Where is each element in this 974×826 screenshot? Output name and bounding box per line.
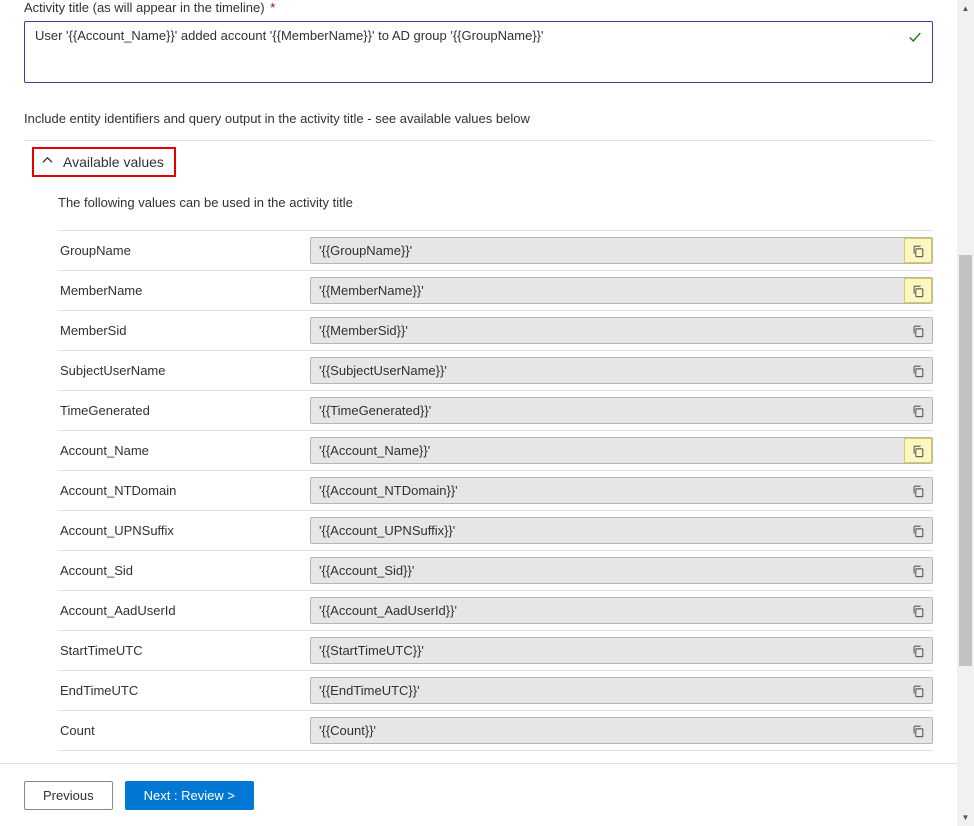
value-token-box[interactable]: '{{Account_Sid}}' [310,557,933,584]
available-values-description: The following values can be used in the … [58,195,933,210]
scroll-thumb[interactable] [959,255,972,667]
value-token-box[interactable]: '{{Account_UPNSuffix}}' [310,517,933,544]
value-row: EndTimeUTC'{{EndTimeUTC}}' [58,671,933,711]
value-token-wrap: '{{Account_UPNSuffix}}' [310,517,933,544]
next-review-button[interactable]: Next : Review > [125,781,254,810]
copy-icon[interactable] [904,478,932,503]
value-row: Account_AadUserId'{{Account_AadUserId}}' [58,591,933,631]
previous-button[interactable]: Previous [24,781,113,810]
value-row: Account_Name'{{Account_Name}}' [58,431,933,471]
value-token-box[interactable]: '{{SubjectUserName}}' [310,357,933,384]
value-token-box[interactable]: '{{EndTimeUTC}}' [310,677,933,704]
value-token-wrap: '{{StartTimeUTC}}' [310,637,933,664]
value-name: Account_NTDomain [58,483,310,498]
copy-icon[interactable] [904,678,932,703]
value-row: SubjectUserName'{{SubjectUserName}}' [58,351,933,391]
value-token-wrap: '{{Account_Name}}' [310,437,933,464]
value-token-box[interactable]: '{{GroupName}}' [310,237,933,264]
value-token-box[interactable]: '{{Count}}' [310,717,933,744]
value-token-box[interactable]: '{{Account_AadUserId}}' [310,597,933,624]
value-row: MemberName'{{MemberName}}' [58,271,933,311]
value-name: StartTimeUTC [58,643,310,658]
chevron-up-icon [42,155,53,169]
value-token-wrap: '{{SubjectUserName}}' [310,357,933,384]
value-token-wrap: '{{Account_NTDomain}}' [310,477,933,504]
value-row: TimeGenerated'{{TimeGenerated}}' [58,391,933,431]
value-token-wrap: '{{TimeGenerated}}' [310,397,933,424]
value-token-box[interactable]: '{{MemberName}}' [310,277,933,304]
copy-icon[interactable] [904,278,932,303]
scroll-track[interactable] [957,17,974,809]
value-token-box[interactable]: '{{TimeGenerated}}' [310,397,933,424]
value-token-wrap: '{{Account_AadUserId}}' [310,597,933,624]
available-values-table: GroupName'{{GroupName}}'MemberName'{{Mem… [58,230,933,751]
label-text: Activity title (as will appear in the ti… [24,0,265,15]
value-row: MemberSid'{{MemberSid}}' [58,311,933,351]
copy-icon[interactable] [904,398,932,423]
copy-icon[interactable] [904,238,932,263]
value-row: Account_Sid'{{Account_Sid}}' [58,551,933,591]
scroll-down-arrow-icon[interactable]: ▼ [957,809,974,826]
value-token-wrap: '{{MemberName}}' [310,277,933,304]
value-name: EndTimeUTC [58,683,310,698]
wizard-footer: Previous Next : Review > [0,763,957,826]
value-token-box[interactable]: '{{Account_NTDomain}}' [310,477,933,504]
copy-icon[interactable] [904,598,932,623]
form-scroll-area[interactable]: Activity title (as will appear in the ti… [0,0,957,763]
valid-check-icon [900,28,922,46]
vertical-scrollbar[interactable]: ▲ ▼ [957,0,974,826]
available-values-header-text: Available values [63,154,164,170]
copy-icon[interactable] [904,638,932,663]
value-name: MemberName [58,283,310,298]
copy-icon[interactable] [904,518,932,543]
value-name: Count [58,723,310,738]
value-row: Account_NTDomain'{{Account_NTDomain}}' [58,471,933,511]
value-token-wrap: '{{Account_Sid}}' [310,557,933,584]
value-token-box[interactable]: '{{MemberSid}}' [310,317,933,344]
value-token-box[interactable]: '{{Account_Name}}' [310,437,933,464]
value-name: Account_UPNSuffix [58,523,310,538]
available-values-toggle[interactable]: Available values [32,147,176,177]
value-row: StartTimeUTC'{{StartTimeUTC}}' [58,631,933,671]
copy-icon[interactable] [904,358,932,383]
activity-title-input-wrapper[interactable]: User '{{Account_Name}}' added account '{… [24,21,933,83]
copy-icon[interactable] [904,318,932,343]
copy-icon[interactable] [904,718,932,743]
value-token-wrap: '{{GroupName}}' [310,237,933,264]
value-name: GroupName [58,243,310,258]
activity-title-input[interactable]: User '{{Account_Name}}' added account '{… [35,28,900,43]
section-divider [24,140,933,141]
value-token-box[interactable]: '{{StartTimeUTC}}' [310,637,933,664]
value-row: Account_UPNSuffix'{{Account_UPNSuffix}}' [58,511,933,551]
value-name: Account_AadUserId [58,603,310,618]
copy-icon[interactable] [904,558,932,583]
required-indicator: * [270,0,275,15]
value-token-wrap: '{{EndTimeUTC}}' [310,677,933,704]
value-token-wrap: '{{MemberSid}}' [310,317,933,344]
activity-title-label: Activity title (as will appear in the ti… [24,0,933,15]
copy-icon[interactable] [904,438,932,463]
value-name: TimeGenerated [58,403,310,418]
value-name: MemberSid [58,323,310,338]
scroll-up-arrow-icon[interactable]: ▲ [957,0,974,17]
value-row: Count'{{Count}}' [58,711,933,751]
value-name: Account_Sid [58,563,310,578]
value-name: Account_Name [58,443,310,458]
value-token-wrap: '{{Count}}' [310,717,933,744]
value-name: SubjectUserName [58,363,310,378]
value-row: GroupName'{{GroupName}}' [58,231,933,271]
helper-text: Include entity identifiers and query out… [24,111,933,126]
